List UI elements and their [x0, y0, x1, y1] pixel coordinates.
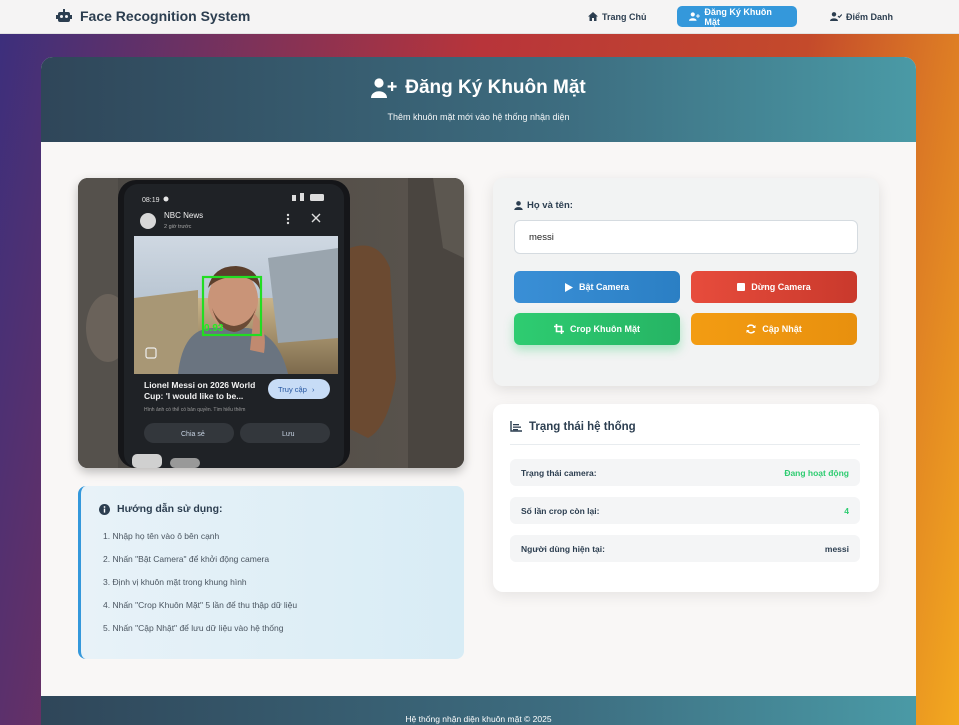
update-label: Cập Nhật	[762, 324, 802, 334]
guide-step: 4. Nhấn "Crop Khuôn Mặt" 5 lần để thu th…	[103, 600, 298, 610]
status-title-text: Trạng thái hệ thống	[529, 421, 636, 433]
update-button[interactable]: Cập Nhật	[691, 313, 857, 345]
guide-step: 1. Nhập họ tên vào ô bên cạnh	[103, 531, 220, 541]
guide-step: 3. Định vị khuôn mặt trong khung hình	[103, 577, 247, 587]
status-row-user: Người dùng hiện tại: messi	[510, 535, 860, 562]
visit-button-label: Truy cập	[278, 385, 307, 394]
name-label-text: Họ và tên:	[527, 200, 573, 211]
stop-camera-button[interactable]: Dừng Camera	[691, 271, 857, 303]
user-plus-icon	[371, 78, 397, 98]
news-source: NBC News	[164, 211, 203, 220]
image-caption: Hình ảnh có thể có bản quyền. Tìm hiểu t…	[144, 406, 245, 413]
news-age: 2 giờ trước	[164, 224, 192, 230]
start-camera-label: Bật Camera	[578, 282, 630, 292]
footer-text: Hệ thống nhận diện khuôn mặt © 2025	[405, 714, 552, 724]
crop-face-button[interactable]: Crop Khuôn Mặt	[514, 313, 680, 345]
camera-feed: 08:19 NBC News 2 giờ trước 0.93 Lionel M…	[78, 178, 464, 468]
stop-icon	[737, 283, 746, 291]
user-icon	[514, 201, 523, 210]
nav-link-attendance-label: Điểm Danh	[846, 11, 894, 22]
user-check-icon	[830, 12, 842, 21]
robot-icon	[56, 9, 72, 22]
camera-status-value: Đang hoạt động	[784, 467, 849, 478]
nav-link-home-label: Trang Chủ	[602, 11, 647, 22]
phone-time: 08:19	[142, 197, 160, 204]
nav-link-register[interactable]: Đăng Ký Khuôn Mặt	[677, 6, 797, 27]
crop-icon	[554, 324, 564, 334]
page-subtitle: Thêm khuôn mặt mới vào hệ thống nhận diệ…	[387, 112, 570, 122]
crop-face-label: Crop Khuôn Mặt	[570, 324, 640, 334]
detection-score: 0.93	[204, 323, 224, 334]
footer: Hệ thống nhận diện khuôn mặt © 2025	[41, 696, 916, 725]
status-key: Người dùng hiện tại:	[521, 543, 605, 554]
name-label: Họ và tên:	[514, 200, 573, 211]
guide-title: Hướng dẫn sử dụng:	[99, 503, 464, 515]
info-icon	[99, 503, 110, 515]
current-user-value: messi	[824, 543, 849, 554]
page-title: Đăng Ký Khuôn Mặt	[371, 77, 586, 99]
nav-link-home[interactable]: Trang Chủ	[576, 6, 659, 27]
stop-camera-label: Dừng Camera	[751, 282, 811, 292]
name-input[interactable]	[514, 220, 858, 254]
home-icon	[588, 12, 598, 21]
chart-line-icon	[510, 421, 522, 432]
share-button-label: Chia sẻ	[181, 431, 205, 438]
play-icon	[564, 282, 573, 292]
status-title: Trạng thái hệ thống	[510, 418, 860, 445]
headline-line-2: Cup: 'I would like to be...	[144, 391, 243, 401]
nav-link-attendance[interactable]: Điểm Danh	[818, 6, 905, 27]
nav-link-register-label: Đăng Ký Khuôn Mặt	[704, 6, 772, 27]
system-status: Trạng thái hệ thống Trạng thái camera: Đ…	[493, 404, 879, 592]
register-card: Đăng Ký Khuôn Mặt Thêm khuôn mặt mới vào…	[41, 57, 916, 725]
status-row-crops: Số lần crop còn lại: 4	[510, 497, 860, 524]
page-title-text: Đăng Ký Khuôn Mặt	[405, 77, 586, 98]
user-plus-icon	[689, 12, 700, 21]
guide-title-text: Hướng dẫn sử dụng:	[117, 503, 223, 515]
navbar: Face Recognition System Trang Chủ Đăng K…	[0, 0, 959, 34]
usage-guide: Hướng dẫn sử dụng: 1. Nhập họ tên vào ô …	[78, 486, 464, 659]
guide-step: 5. Nhấn "Cập Nhật" để lưu dữ liệu vào hệ…	[103, 623, 284, 633]
headline-line-1: Lionel Messi on 2026 World	[144, 380, 255, 390]
card-header: Đăng Ký Khuôn Mặt Thêm khuôn mặt mới vào…	[41, 57, 916, 142]
brand-title: Face Recognition System	[80, 8, 251, 24]
registration-form: Họ và tên: Bật Camera Dừng Camera Crop K…	[493, 178, 879, 386]
status-key: Trạng thái camera:	[521, 467, 597, 478]
guide-step: 2. Nhấn "Bật Camera" để khởi động camera	[103, 554, 270, 564]
start-camera-button[interactable]: Bật Camera	[514, 271, 680, 303]
status-key: Số lần crop còn lại:	[521, 505, 600, 516]
save-button-label: Lưu	[282, 431, 295, 438]
status-row-camera: Trạng thái camera: Đang hoạt động	[510, 459, 860, 486]
guide-steps: 1. Nhập họ tên vào ô bên cạnh 2. Nhấn "B…	[99, 525, 464, 640]
crops-remaining-value: 4	[844, 505, 849, 516]
sync-icon	[746, 324, 756, 334]
brand[interactable]: Face Recognition System	[56, 8, 250, 24]
camera-frame: 08:19 NBC News 2 giờ trước 0.93 Lionel M…	[78, 178, 464, 468]
